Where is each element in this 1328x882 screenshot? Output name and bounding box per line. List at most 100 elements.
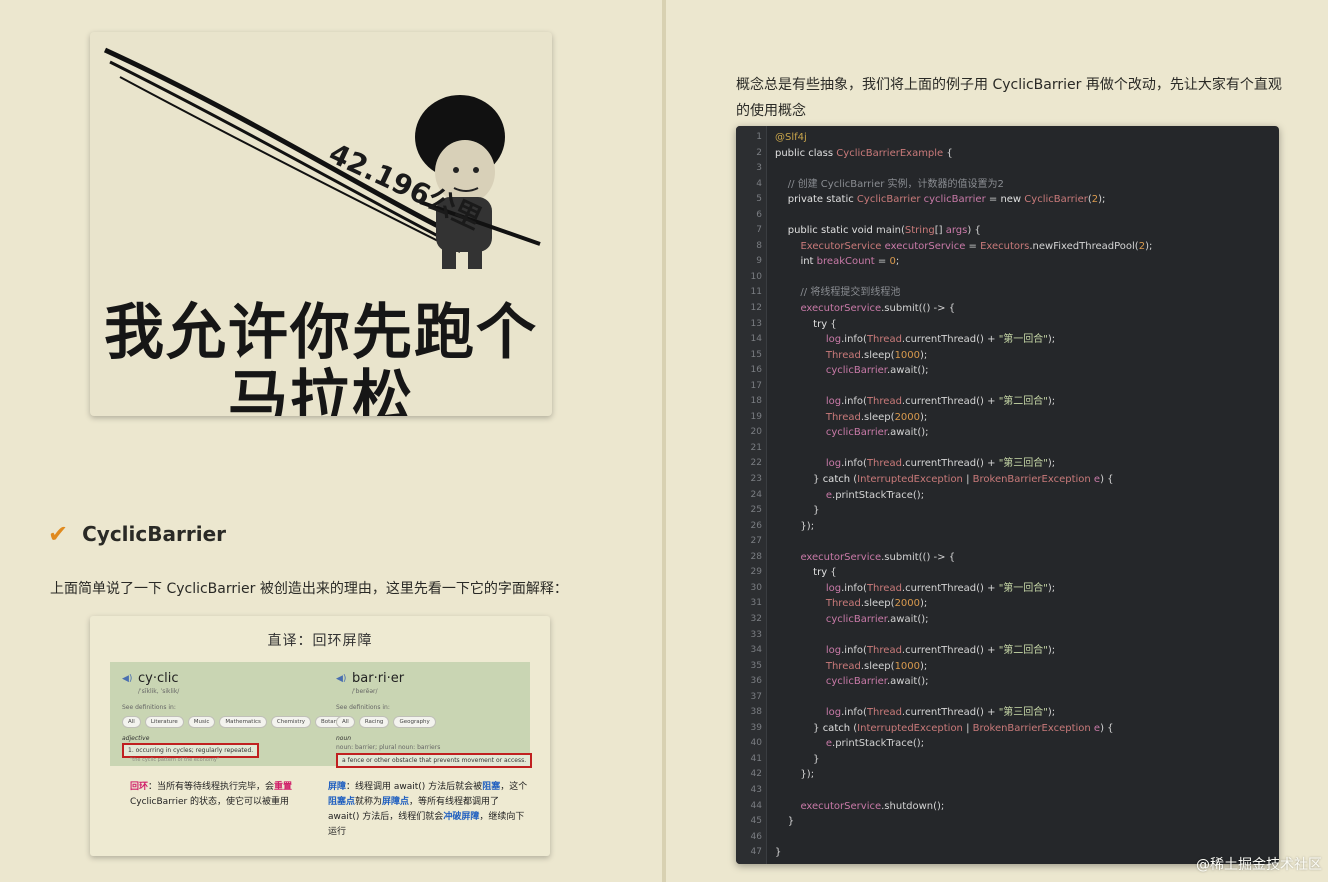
code-text: public class CyclicBarrierExample { <box>775 147 953 159</box>
code-text: Thread.sleep(1000); <box>825 660 928 672</box>
note-emphasis: 阻塞点 <box>328 797 356 807</box>
line-number: 10 <box>750 271 762 282</box>
line-number: 38 <box>750 707 762 718</box>
note-barrier: 屏障：线程调用 await() 方法后就会被阻塞，这个阻塞点就称为屏障点，等所有… <box>328 780 528 840</box>
line-number: 15 <box>750 349 762 360</box>
code-line: 26 }); <box>736 519 1279 535</box>
dictionary-image: 直译：回环屏障 ◀) cy·clic /ˈsīklik, ˈsiklik/ Se… <box>90 616 550 856</box>
code-line: 1 @Slf4j <box>736 130 1279 146</box>
code-line: 16 cyclicBarrier.await(); <box>736 363 1279 379</box>
line-number: 4 <box>756 178 762 189</box>
dict-chip: Geography <box>393 716 436 728</box>
code-line: 4 // 创建 CyclicBarrier 实例，计数器的值设置为2 <box>736 177 1279 193</box>
code-line: 2 public class CyclicBarrierExample { <box>736 146 1279 162</box>
line-number: 41 <box>750 753 762 764</box>
code-line: 11 // 将线程提交到线程池 <box>736 285 1279 301</box>
code-text: public static void main(String[] args) { <box>787 225 981 237</box>
note-text: ：线程调用 await() 方法后就会被 <box>346 782 483 792</box>
line-number: 39 <box>750 722 762 733</box>
code-text: executorService.submit(() -> { <box>800 303 956 315</box>
code-text: log.info(Thread.currentThread() + "第三回合"… <box>825 458 1056 470</box>
line-number: 23 <box>750 474 762 485</box>
code-text: Thread.sleep(2000); <box>825 411 928 423</box>
code-text: } <box>775 847 782 859</box>
code-text: try { <box>813 567 837 579</box>
line-number: 27 <box>750 536 762 547</box>
code-line: 7 public static void main(String[] args)… <box>736 223 1279 239</box>
code-text: Thread.sleep(2000); <box>825 598 928 610</box>
note-emphasis: 屏障点 <box>382 797 410 807</box>
code-text: log.info(Thread.currentThread() + "第二回合"… <box>825 396 1056 408</box>
speaker-icon: ◀) <box>122 674 133 684</box>
code-line: 34 log.info(Thread.currentThread() + "第二… <box>736 643 1279 659</box>
note-cyclic: 回环：当所有等待线程执行完毕，会重置 CyclicBarrier 的状态，使它可以… <box>130 780 320 810</box>
code-line: 17 <box>736 379 1279 395</box>
section-heading: ✔ CyclicBarrier <box>48 520 226 548</box>
code-line: 29 try { <box>736 565 1279 581</box>
code-line: 36 cyclicBarrier.await(); <box>736 674 1279 690</box>
code-text: try { <box>813 318 837 330</box>
code-line: 31 Thread.sleep(2000); <box>736 596 1279 612</box>
line-number: 43 <box>750 784 762 795</box>
code-text: e.printStackTrace(); <box>825 489 925 501</box>
line-number: 20 <box>750 427 762 438</box>
code-text: } <box>775 753 820 765</box>
code-line: 3 <box>736 161 1279 177</box>
line-number: 9 <box>756 256 762 267</box>
line-number: 19 <box>750 411 762 422</box>
line-number: 3 <box>756 163 762 174</box>
code-line: 46 <box>736 830 1279 846</box>
code-text: cyclicBarrier.await(); <box>825 427 929 439</box>
note-text: 就称为 <box>355 797 383 807</box>
code-line: 22 log.info(Thread.currentThread() + "第三… <box>736 456 1279 472</box>
line-number: 18 <box>750 396 762 407</box>
note-emphasis: 重置 <box>274 782 293 792</box>
line-number: 25 <box>750 505 762 516</box>
code-line: 25 } <box>736 503 1279 519</box>
code-text: e.printStackTrace(); <box>825 738 925 750</box>
code-text: }); <box>775 520 815 532</box>
note-emphasis: 阻塞 <box>482 782 501 792</box>
code-line: 21 <box>736 441 1279 457</box>
code-line: 44 executorService.shutdown(); <box>736 799 1279 815</box>
line-number: 21 <box>750 442 762 453</box>
code-text: } catch (InterruptedException | BrokenBa… <box>775 722 1114 734</box>
line-number: 33 <box>750 629 762 640</box>
dict-chip: Music <box>187 716 216 728</box>
code-text: @Slf4j <box>775 132 807 143</box>
dict-chip: Mathematics <box>219 716 267 728</box>
code-line: 35 Thread.sleep(1000); <box>736 659 1279 675</box>
code-line: 15 Thread.sleep(1000); <box>736 348 1279 364</box>
speaker-icon: ◀) <box>336 674 347 684</box>
code-line: 10 <box>736 270 1279 286</box>
line-number: 37 <box>750 691 762 702</box>
code-line: 40 e.printStackTrace(); <box>736 736 1279 752</box>
line-number: 42 <box>750 769 762 780</box>
code-text: private static CyclicBarrier cyclicBarri… <box>787 194 1106 206</box>
line-number: 1 <box>756 132 762 142</box>
dict-definition-highlight: a fence or other obstacle that prevents … <box>336 753 533 768</box>
code-line: 30 log.info(Thread.currentThread() + "第一… <box>736 581 1279 597</box>
line-number: 24 <box>750 489 762 500</box>
note-text: ：当所有等待线程执行完毕，会 <box>148 782 275 792</box>
code-line: 14 log.info(Thread.currentThread() + "第一… <box>736 332 1279 348</box>
line-number: 8 <box>756 240 762 251</box>
code-text: log.info(Thread.currentThread() + "第一回合"… <box>825 334 1056 346</box>
note-emphasis: 冲破屏障 <box>443 812 480 822</box>
line-number: 31 <box>750 598 762 609</box>
code-text: // 将线程提交到线程池 <box>775 287 901 299</box>
left-paragraph: 上面简单说了一下 CyclicBarrier 被创造出来的理由，这里先看一下它的… <box>50 581 568 597</box>
dict-noun-note: noun: barrier; plural noun: barriers <box>336 744 441 751</box>
code-text: executorService.submit(() -> { <box>800 551 956 563</box>
code-line: 37 <box>736 690 1279 706</box>
line-number: 17 <box>750 380 762 391</box>
code-text: log.info(Thread.currentThread() + "第一回合"… <box>825 582 1056 594</box>
dict-chips: All Literature Music Mathematics Chemist… <box>122 716 347 728</box>
dict-word: bar·ri·er <box>352 671 405 686</box>
code-line: 42 }); <box>736 767 1279 783</box>
line-number: 14 <box>750 334 762 345</box>
dict-chip: All <box>336 716 355 728</box>
definition-cyclic: ◀) cy·clic /ˈsīklik, ˈsiklik/ See defini… <box>118 662 347 766</box>
code-line: 5 private static CyclicBarrier cyclicBar… <box>736 192 1279 208</box>
line-number: 47 <box>750 847 762 858</box>
